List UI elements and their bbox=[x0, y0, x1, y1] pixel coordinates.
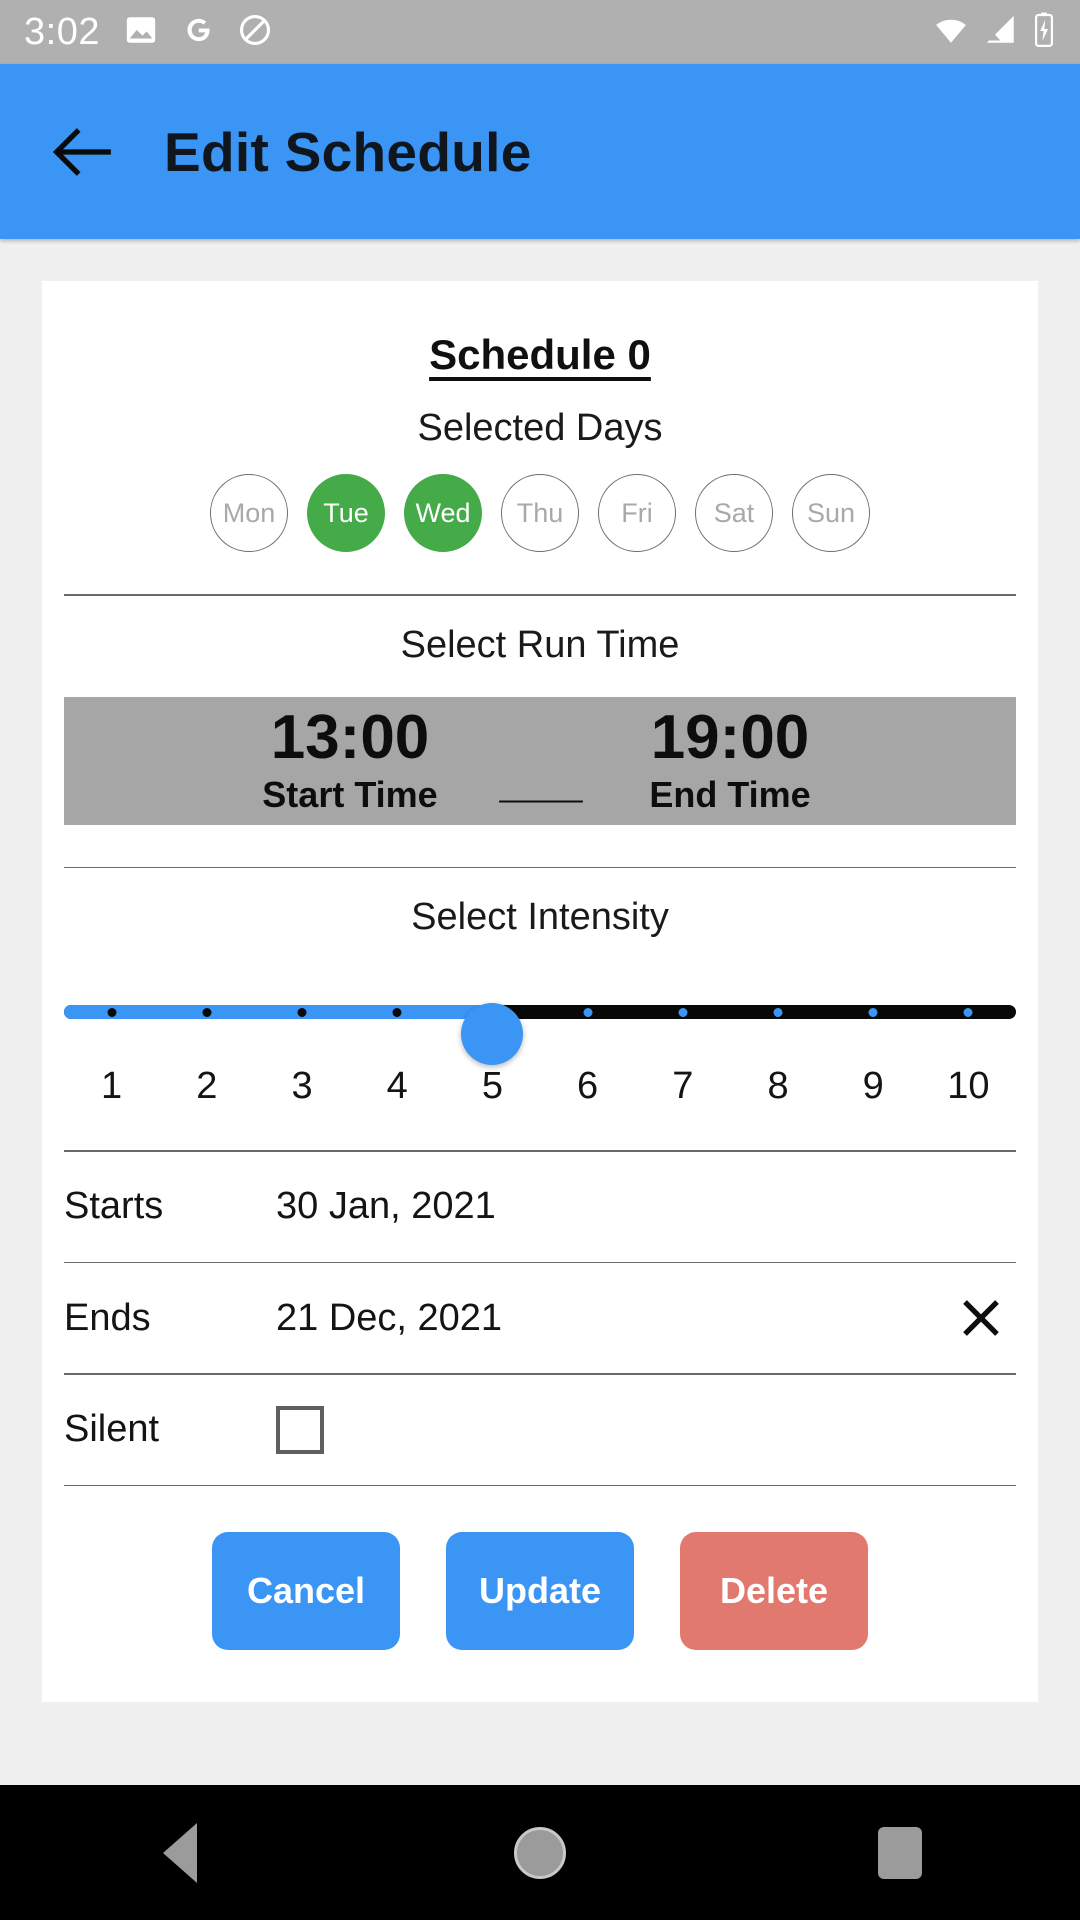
start-time-value: 13:00 bbox=[270, 702, 430, 772]
day-chip-label: Mon bbox=[222, 497, 276, 528]
run-time-band: 13:00 Start Time ___ 19:00 End Time bbox=[64, 696, 1016, 825]
selected-days-label: Selected Days bbox=[417, 407, 663, 449]
close-icon bbox=[963, 1300, 999, 1336]
slider-tick-1 bbox=[107, 1007, 117, 1017]
intensity-scale-9[interactable]: 9 bbox=[826, 1065, 921, 1108]
silent-checkbox[interactable] bbox=[276, 1405, 324, 1454]
starts-row[interactable]: Starts 30 Jan, 2021 bbox=[42, 1152, 1038, 1262]
intensity-scale-6[interactable]: 6 bbox=[540, 1065, 635, 1108]
end-time-value: 19:00 bbox=[650, 702, 810, 772]
intensity-scale-10[interactable]: 10 bbox=[921, 1065, 1016, 1108]
slider-tick-10 bbox=[963, 1007, 973, 1017]
divider-days bbox=[64, 594, 1016, 596]
slider-tick-8 bbox=[773, 1007, 783, 1017]
day-chip-mon[interactable]: Mon bbox=[210, 474, 288, 552]
cellular-signal-icon bbox=[984, 13, 1018, 52]
content-area: Schedule 0 Selected Days Mon Tue Wed Thu… bbox=[0, 239, 1080, 1702]
day-chip-label: Fri bbox=[621, 497, 653, 528]
ends-row[interactable]: Ends 21 Dec, 2021 bbox=[42, 1263, 1038, 1373]
cancel-button[interactable]: Cancel bbox=[212, 1532, 400, 1650]
back-triangle-icon bbox=[163, 1822, 197, 1883]
recents-square-icon bbox=[878, 1826, 922, 1879]
slider-tick-2 bbox=[202, 1007, 212, 1017]
page-title: Edit Schedule bbox=[164, 120, 532, 183]
day-chip-label: Sat bbox=[713, 497, 755, 528]
nav-back-button[interactable] bbox=[110, 1785, 250, 1920]
silent-label: Silent bbox=[64, 1408, 160, 1450]
starts-label: Starts bbox=[64, 1185, 164, 1227]
update-button[interactable]: Update bbox=[446, 1532, 634, 1650]
intensity-scale-1[interactable]: 1 bbox=[64, 1065, 159, 1108]
ends-value[interactable]: 21 Dec, 2021 bbox=[276, 1297, 946, 1340]
day-chip-thu[interactable]: Thu bbox=[501, 474, 579, 552]
nav-home-button[interactable] bbox=[470, 1785, 610, 1920]
wifi-icon bbox=[932, 13, 970, 52]
day-selector: Mon Tue Wed Thu Fri Sat Sun bbox=[42, 474, 1038, 552]
silent-row[interactable]: Silent bbox=[42, 1375, 1038, 1485]
action-buttons: Cancel Update Delete bbox=[42, 1486, 1038, 1702]
intensity-scale: 1 2 3 4 5 6 7 8 9 10 bbox=[64, 1065, 1016, 1108]
time-separator: ___ bbox=[499, 749, 583, 808]
clear-end-date-button[interactable] bbox=[946, 1294, 1016, 1342]
day-chip-tue[interactable]: Tue bbox=[307, 474, 385, 552]
slider-tick-3 bbox=[297, 1007, 307, 1017]
intensity-scale-7[interactable]: 7 bbox=[635, 1065, 730, 1108]
app-bar: Edit Schedule bbox=[0, 64, 1080, 239]
intensity-scale-5[interactable]: 5 bbox=[445, 1065, 540, 1108]
intensity-slider[interactable] bbox=[64, 983, 1016, 1065]
image-icon bbox=[124, 13, 158, 52]
google-icon bbox=[180, 12, 216, 53]
divider-runtime bbox=[64, 866, 1016, 868]
home-circle-icon bbox=[514, 1826, 566, 1879]
start-time-button[interactable]: 13:00 Start Time bbox=[202, 705, 498, 816]
end-time-caption: End Time bbox=[649, 774, 811, 816]
schedule-heading: Schedule 0 bbox=[429, 331, 651, 378]
status-bar-system-icons bbox=[932, 11, 1056, 54]
slider-track-active bbox=[64, 1005, 493, 1019]
day-chip-fri[interactable]: Fri bbox=[598, 474, 676, 552]
starts-value[interactable]: 30 Jan, 2021 bbox=[276, 1185, 1016, 1228]
day-chip-wed[interactable]: Wed bbox=[404, 474, 482, 552]
slider-tick-4 bbox=[392, 1007, 402, 1017]
ends-label: Ends bbox=[64, 1296, 151, 1339]
start-time-caption: Start Time bbox=[262, 774, 438, 816]
delete-button[interactable]: Delete bbox=[680, 1532, 868, 1650]
silent-checkbox-cell bbox=[276, 1405, 1016, 1454]
battery-charging-icon bbox=[1032, 11, 1056, 54]
day-chip-sun[interactable]: Sun bbox=[792, 474, 870, 552]
day-chip-label: Tue bbox=[323, 497, 369, 528]
end-time-button[interactable]: 19:00 End Time bbox=[582, 705, 878, 816]
status-bar-clock: 3:02 bbox=[24, 10, 100, 53]
status-bar-notification-icons bbox=[124, 12, 272, 53]
slider-tick-7 bbox=[678, 1007, 688, 1017]
phone-screen: 3:02 Edit Schedule Schedule 0 Selected D… bbox=[0, 0, 1080, 1920]
day-chip-label: Wed bbox=[415, 497, 471, 528]
slider-tick-6 bbox=[583, 1007, 593, 1017]
day-chip-sat[interactable]: Sat bbox=[695, 474, 773, 552]
run-time-label: Select Run Time bbox=[400, 623, 680, 666]
arrow-back-icon bbox=[52, 127, 111, 176]
nav-recents-button[interactable] bbox=[830, 1785, 970, 1920]
intensity-scale-4[interactable]: 4 bbox=[350, 1065, 445, 1108]
day-chip-label: Sun bbox=[806, 497, 856, 528]
schedule-card: Schedule 0 Selected Days Mon Tue Wed Thu… bbox=[42, 281, 1038, 1702]
day-chip-label: Thu bbox=[516, 497, 564, 528]
back-button[interactable] bbox=[44, 113, 122, 191]
android-navigation-bar bbox=[0, 1785, 1080, 1920]
slider-thumb[interactable] bbox=[461, 1003, 524, 1065]
intensity-scale-8[interactable]: 8 bbox=[730, 1065, 825, 1108]
status-bar: 3:02 bbox=[0, 0, 1080, 64]
do-not-disturb-icon bbox=[238, 13, 272, 52]
slider-track[interactable] bbox=[64, 1003, 1016, 1065]
intensity-label: Select Intensity bbox=[411, 896, 669, 938]
slider-tick-9 bbox=[868, 1007, 878, 1017]
intensity-scale-2[interactable]: 2 bbox=[159, 1065, 254, 1108]
intensity-scale-3[interactable]: 3 bbox=[254, 1065, 349, 1108]
